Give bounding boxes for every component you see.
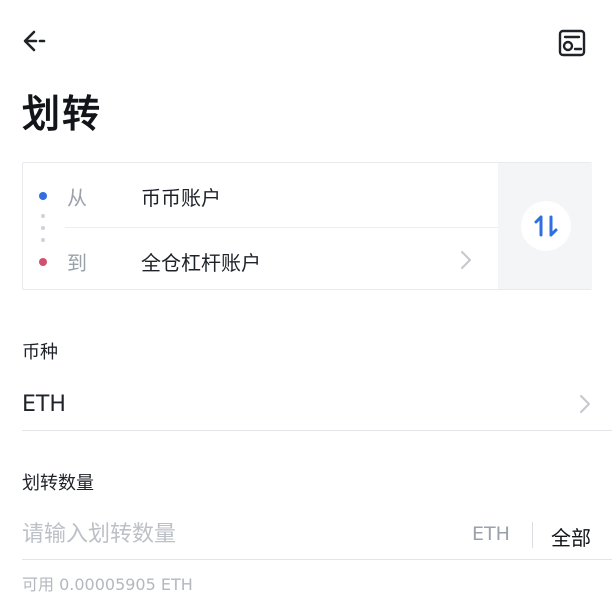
from-account: 币币账户	[141, 186, 221, 210]
coin-label: 币种	[22, 342, 58, 363]
card-divider	[65, 227, 498, 228]
amount-unit: ETH	[472, 523, 510, 545]
transfer-record-button[interactable]	[552, 24, 594, 62]
swap-button[interactable]	[521, 201, 571, 251]
to-label: 到	[67, 251, 87, 275]
available-balance: 可用 0.00005905 ETH	[22, 575, 193, 594]
unit-separator	[532, 522, 533, 548]
connector-dot	[41, 214, 45, 218]
coin-selector[interactable]: ETH	[0, 382, 612, 430]
amount-label: 划转数量	[22, 473, 94, 494]
page-title: 划转	[22, 92, 103, 136]
transfer-record-icon	[558, 29, 586, 57]
to-account-selector[interactable]: 到 全仓杠杆账户	[23, 229, 498, 289]
coin-value: ETH	[22, 392, 66, 417]
amount-divider	[22, 559, 612, 560]
swap-panel	[498, 163, 592, 289]
amount-input[interactable]	[22, 512, 452, 556]
from-label: 从	[67, 186, 87, 210]
from-dot	[39, 192, 47, 200]
chevron-right-icon	[461, 251, 471, 269]
swap-arrows-icon	[534, 215, 558, 237]
chevron-right-icon	[580, 395, 590, 413]
to-account: 全仓杠杆账户	[141, 251, 261, 275]
back-arrow-icon	[23, 30, 46, 52]
coin-divider	[22, 430, 612, 431]
back-button[interactable]	[14, 24, 54, 60]
all-button[interactable]: 全部	[551, 522, 591, 551]
transfer-card: 从 币币账户 到 全仓杠杆账户	[22, 162, 592, 290]
